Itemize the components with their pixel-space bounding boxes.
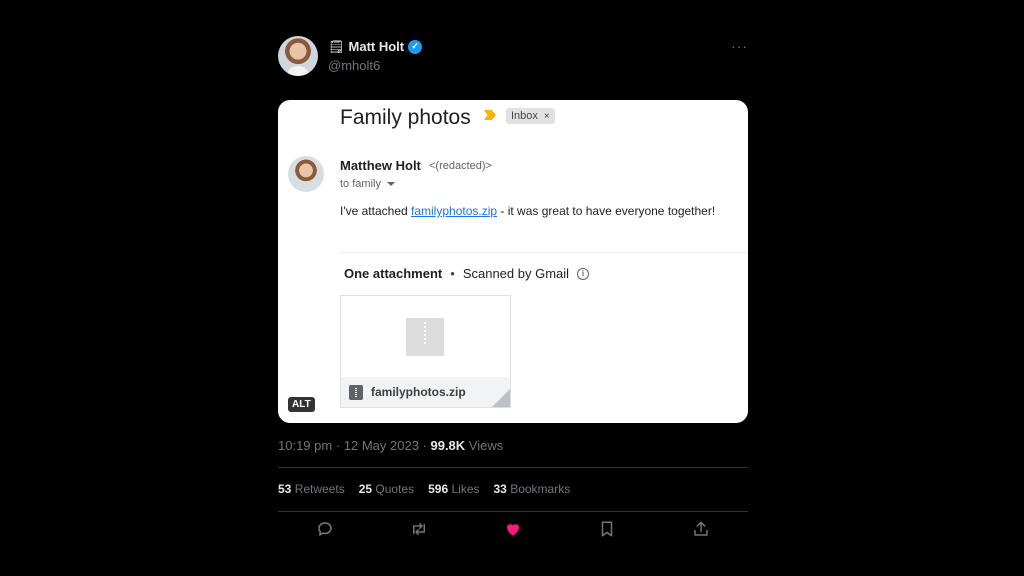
sender-name: Matthew Holt	[340, 158, 421, 173]
sender-email: <(redacted)>	[429, 160, 492, 172]
attachment-title: One attachment	[344, 266, 443, 281]
share-icon	[694, 521, 708, 536]
action-bar	[278, 520, 748, 542]
likes-label: Likes	[448, 482, 480, 496]
bookmarks-count: 33	[493, 482, 507, 496]
verified-badge-icon: ✓	[408, 39, 423, 54]
author-name-row: 🗒 Matt Holt ✓	[328, 38, 423, 54]
scanned-label: Scanned by Gmail	[462, 266, 570, 281]
likes-count: 596	[428, 482, 449, 496]
author-name[interactable]: Matt Holt	[349, 39, 405, 54]
tweet-image[interactable]: Family photos Inbox × Matthew Holt <(red…	[278, 100, 748, 423]
quotes-stat[interactable]: 25 Quotes	[359, 482, 414, 496]
bookmarks-stat[interactable]: 33 Bookmarks	[494, 482, 571, 496]
more-options-icon[interactable]: ···	[731, 38, 748, 54]
author-handle[interactable]: @mholt6	[328, 58, 380, 73]
tweet-meta: 10:19 pm · 12 May 2023 · 99.8K Views	[278, 438, 503, 453]
email-divider	[340, 252, 748, 253]
retweet-button[interactable]	[410, 520, 432, 542]
recipient-label: to family	[340, 178, 381, 190]
divider	[278, 511, 748, 512]
tweet-header: 🗒 Matt Holt ✓ @mholt6 ···	[278, 36, 748, 76]
caret-down-icon	[386, 182, 395, 186]
sender-avatar	[288, 156, 324, 192]
reply-icon	[318, 522, 332, 536]
page-fold-icon	[492, 389, 510, 407]
chip-close-icon: ×	[543, 110, 550, 122]
views-label: Views	[465, 438, 504, 453]
attachment-link: familyphotos.zip	[411, 204, 498, 218]
email-subject: Family photos	[340, 106, 471, 129]
like-button[interactable]	[504, 520, 526, 542]
heart-icon	[507, 524, 519, 536]
attachment-header: One attachment • Scanned by Gmail i	[344, 266, 590, 281]
quotes-label: Quotes	[372, 482, 415, 496]
notepad-emoji-icon: 🗒	[328, 38, 345, 54]
share-button[interactable]	[692, 520, 714, 542]
tweet: 🗒 Matt Holt ✓ @mholt6 ··· Family photos …	[278, 36, 748, 537]
retweets-count: 53	[278, 482, 292, 496]
importance-marker-icon	[484, 110, 496, 120]
retweets-label: Retweets	[291, 482, 345, 496]
quotes-count: 25	[358, 482, 373, 496]
inbox-chip-label: Inbox	[511, 110, 538, 122]
retweet-icon	[413, 523, 425, 535]
alt-text-button[interactable]: ALT	[288, 397, 315, 412]
retweets-stat[interactable]: 53 Retweets	[278, 482, 345, 496]
email-body: I've attached familyphotos.zip - it was …	[340, 204, 715, 218]
recipient-row: to family	[340, 178, 395, 190]
bookmark-icon	[601, 521, 613, 537]
attachment-filename: familyphotos.zip	[371, 385, 466, 399]
likes-stat[interactable]: 596 Likes	[428, 482, 479, 496]
email-body-end: - it was great to have everyone together…	[497, 204, 716, 218]
engagement-stats: 53 Retweets 25 Quotes 596 Likes 33 Bookm…	[278, 482, 570, 496]
info-icon: i	[577, 267, 590, 280]
attachment-footer: familyphotos.zip	[341, 377, 510, 407]
email-body-start: I've attached	[340, 204, 412, 218]
bookmark-button[interactable]	[598, 520, 620, 542]
archive-file-icon	[349, 384, 363, 400]
attachment-card: familyphotos.zip	[340, 295, 511, 408]
inbox-label-chip: Inbox ×	[506, 108, 555, 124]
author-avatar[interactable]	[278, 36, 318, 76]
separator-dot: •	[450, 266, 455, 281]
reply-button[interactable]	[316, 520, 338, 542]
divider	[278, 467, 748, 468]
timestamp[interactable]: 10:19 pm · 12 May 2023 ·	[278, 438, 430, 453]
bookmarks-label: Bookmarks	[506, 482, 571, 496]
views-count: 99.8K	[430, 438, 466, 453]
zip-file-icon	[406, 318, 444, 356]
